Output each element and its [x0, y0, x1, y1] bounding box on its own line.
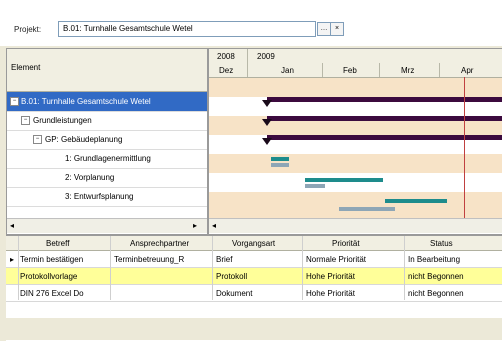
column-header-ansprechpartner[interactable]: Ansprechpartner	[130, 239, 189, 248]
tree-row-label: Grundleistungen	[33, 116, 92, 125]
summary-bar[interactable]	[267, 116, 502, 121]
table-row[interactable]: DIN 276 Excel Do Dokument Hohe Priorität…	[6, 285, 502, 302]
column-header-prioritaet[interactable]: Priorität	[332, 239, 360, 248]
gantt-horizontal-scrollbar[interactable]: ◂	[209, 218, 502, 233]
tree-row-label: 1: Grundlagenermittlung	[65, 154, 151, 163]
cell-prioritaet[interactable]: Hohe Priorität	[306, 272, 355, 281]
divider	[247, 49, 248, 63]
lookup-icon[interactable]: …	[317, 22, 331, 36]
month-label: Mrz	[401, 66, 415, 75]
collapse-icon[interactable]: −	[10, 97, 19, 106]
summary-bar[interactable]	[267, 97, 502, 102]
cell-prioritaet[interactable]: Hohe Priorität	[306, 289, 355, 298]
project-value: B.01: Turnhalle Gesamtschule Wetel	[63, 24, 193, 33]
milestone-marker	[262, 100, 272, 107]
scroll-left-icon[interactable]: ◂	[10, 221, 14, 230]
divider	[322, 63, 323, 77]
year-label: 2008	[217, 52, 235, 61]
project-bar: Projekt: B.01: Turnhalle Gesamtschule We…	[0, 0, 502, 46]
table-header: Betreff Ansprechpartner Vorgangsart Prio…	[6, 236, 502, 251]
divider	[439, 63, 440, 77]
month-label: Jan	[281, 66, 294, 75]
divider	[247, 63, 248, 77]
scroll-left-icon[interactable]: ◂	[212, 221, 216, 230]
clear-icon[interactable]: ×	[330, 22, 344, 36]
column-header-status[interactable]: Status	[430, 239, 453, 248]
cell-betreff[interactable]: Protokollvorlage	[20, 272, 77, 281]
tree-row-phase-1[interactable]: 1: Grundlagenermittlung	[7, 149, 207, 169]
cell-vorgangsart[interactable]: Dokument	[216, 289, 252, 298]
summary-bar[interactable]	[267, 135, 502, 140]
tree-horizontal-scrollbar[interactable]: ◂ ▸	[7, 218, 207, 233]
task-bar-planned[interactable]	[339, 207, 395, 211]
tree-row-label: GP: Gebäudeplanung	[45, 135, 123, 144]
cell-vorgangsart[interactable]: Brief	[216, 255, 232, 264]
gantt-row	[209, 154, 502, 173]
collapse-icon[interactable]: −	[33, 135, 42, 144]
tree-row-label: 2: Vorplanung	[65, 173, 115, 182]
row-marker-icon: ▸	[10, 255, 15, 264]
gantt-row	[209, 78, 502, 97]
month-label: Dez	[219, 66, 234, 75]
column-divider	[110, 236, 111, 300]
column-divider	[18, 236, 19, 300]
column-divider	[302, 236, 303, 300]
column-divider	[404, 236, 405, 300]
timeline-months: Dez Jan Feb Mrz Apr	[209, 63, 502, 78]
tree-row-phase-3[interactable]: 3: Entwurfsplanung	[7, 187, 207, 207]
task-bar-actual[interactable]	[385, 199, 447, 203]
cell-status[interactable]: nicht Begonnen	[408, 272, 464, 281]
gantt-row	[209, 173, 502, 192]
gantt-row	[209, 192, 502, 218]
tree-header-label: Element	[11, 63, 41, 72]
cell-betreff[interactable]: DIN 276 Excel Do	[20, 289, 84, 298]
tree-row-phase-2[interactable]: 2: Vorplanung	[7, 168, 207, 188]
project-label: Projekt:	[14, 25, 42, 34]
element-tree: Element − B.01: Turnhalle Gesamtschule W…	[6, 48, 208, 235]
year-label: 2009	[257, 52, 275, 61]
column-divider	[212, 236, 213, 300]
cell-vorgangsart[interactable]: Protokoll	[216, 272, 247, 281]
month-label: Feb	[343, 66, 357, 75]
window-footer	[0, 318, 502, 340]
milestone-marker	[262, 138, 272, 145]
tree-row-label: B.01: Turnhalle Gesamtschule Wetel	[21, 97, 151, 106]
task-bar-actual[interactable]	[305, 178, 383, 182]
cell-prioritaet[interactable]: Normale Priorität	[306, 255, 366, 264]
divider	[379, 63, 380, 77]
gantt-chart: 2008 2009 Dez Jan Feb Mrz Apr ◂	[208, 48, 502, 235]
tree-row-label: 3: Entwurfsplanung	[65, 192, 134, 201]
tree-header[interactable]: Element	[7, 49, 207, 92]
task-bar-actual[interactable]	[271, 157, 289, 161]
tree-row-gebaeudeplanung[interactable]: − GP: Gebäudeplanung	[7, 130, 207, 150]
column-header-vorgangsart[interactable]: Vorgangsart	[232, 239, 275, 248]
task-bar-planned[interactable]	[271, 163, 289, 167]
tree-row-grundleistungen[interactable]: − Grundleistungen	[7, 111, 207, 131]
project-field[interactable]: B.01: Turnhalle Gesamtschule Wetel	[58, 21, 316, 37]
cell-betreff[interactable]: Termin bestätigen	[20, 255, 83, 264]
scroll-right-icon[interactable]: ▸	[193, 221, 197, 230]
milestone-marker	[262, 119, 272, 126]
cell-status[interactable]: In Bearbeitung	[408, 255, 460, 264]
table-row[interactable]: ▸ Termin bestätigen Terminbetreuung_R Br…	[6, 251, 502, 268]
task-bar-planned[interactable]	[305, 184, 325, 188]
cell-status[interactable]: nicht Begonnen	[408, 289, 464, 298]
column-header-betreff[interactable]: Betreff	[46, 239, 69, 248]
today-line	[464, 77, 465, 218]
month-label: Apr	[461, 66, 474, 75]
tree-row-project[interactable]: − B.01: Turnhalle Gesamtschule Wetel	[7, 92, 207, 112]
collapse-icon[interactable]: −	[21, 116, 30, 125]
cell-ansprechpartner[interactable]: Terminbetreuung_R	[114, 255, 184, 264]
timeline-years: 2008 2009	[209, 49, 502, 64]
table-row[interactable]: Protokollvorlage Protokoll Hohe Prioritä…	[6, 268, 502, 285]
